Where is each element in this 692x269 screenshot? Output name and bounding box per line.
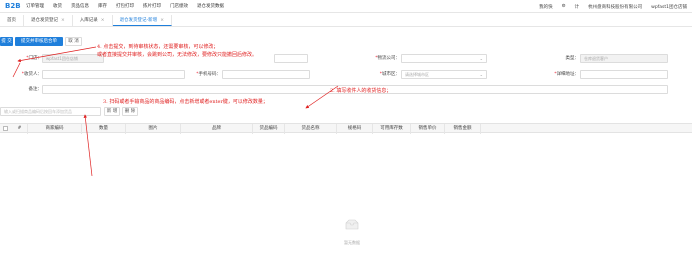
arrow-to-submit-button xyxy=(17,46,97,63)
arrow-to-receiver-fields xyxy=(305,85,339,109)
arrow-to-scan-input xyxy=(83,114,93,177)
annotation-arrows xyxy=(12,46,339,177)
arrow-from-submit-area xyxy=(12,62,21,78)
